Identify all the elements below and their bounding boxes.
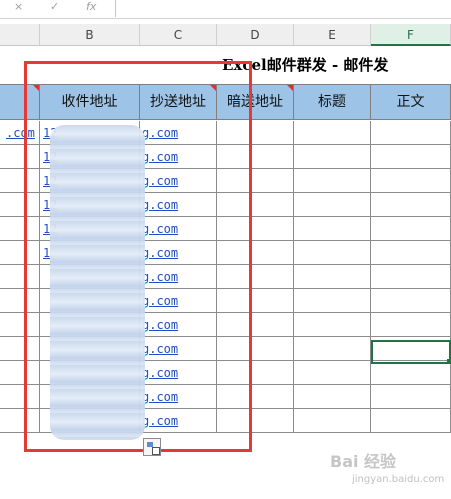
cell-subject[interactable] <box>294 289 371 313</box>
function-icon[interactable]: fx <box>86 0 96 14</box>
confirm-icon[interactable]: ✓ <box>50 0 59 14</box>
watermark-sub: jingyan.baidu.com <box>352 474 445 485</box>
cell-body[interactable] <box>371 217 451 241</box>
column-header-a[interactable] <box>0 24 40 46</box>
highlight-box <box>24 61 252 452</box>
cancel-icon[interactable]: × <box>14 0 23 14</box>
column-header-b[interactable]: B <box>40 24 140 46</box>
cell-body[interactable] <box>371 361 451 385</box>
cell-subject[interactable] <box>294 265 371 289</box>
column-header-c[interactable]: C <box>140 24 217 46</box>
column-header-f[interactable]: F <box>371 24 451 46</box>
cell-subject[interactable] <box>294 121 371 145</box>
cell-body[interactable] <box>371 121 451 145</box>
cell-subject[interactable] <box>294 361 371 385</box>
cell-body[interactable] <box>371 289 451 313</box>
selected-cell[interactable] <box>371 340 451 364</box>
paste-options-icon[interactable] <box>143 438 161 456</box>
cell-body[interactable] <box>371 193 451 217</box>
cell-subject[interactable] <box>294 217 371 241</box>
header-cell-body[interactable]: 正文 <box>371 84 451 120</box>
cell-subject[interactable] <box>294 193 371 217</box>
header-cell-subject[interactable]: 标题 <box>294 84 371 120</box>
watermark: Bai 经验 <box>330 452 397 471</box>
cell-body[interactable] <box>371 145 451 169</box>
column-header-d[interactable]: D <box>217 24 294 46</box>
cell-subject[interactable] <box>294 337 371 361</box>
header-subject-label: 标题 <box>318 94 346 110</box>
cell-body[interactable] <box>371 409 451 433</box>
formula-input[interactable] <box>115 0 451 17</box>
cell-subject[interactable] <box>294 385 371 409</box>
cell-body[interactable] <box>371 241 451 265</box>
cell-subject[interactable] <box>294 241 371 265</box>
formula-bar: × ✓ fx <box>0 0 451 19</box>
cell-body[interactable] <box>371 169 451 193</box>
cell-subject[interactable] <box>294 145 371 169</box>
cell-body[interactable] <box>371 265 451 289</box>
fill-handle[interactable] <box>447 359 451 364</box>
cell-subject[interactable] <box>294 169 371 193</box>
cell-subject[interactable] <box>294 313 371 337</box>
cell-body[interactable] <box>371 313 451 337</box>
column-header-e[interactable]: E <box>294 24 371 46</box>
header-body-label: 正文 <box>396 94 425 110</box>
cell-subject[interactable] <box>294 409 371 433</box>
cell-body[interactable] <box>371 385 451 409</box>
comment-indicator-icon <box>287 85 293 91</box>
